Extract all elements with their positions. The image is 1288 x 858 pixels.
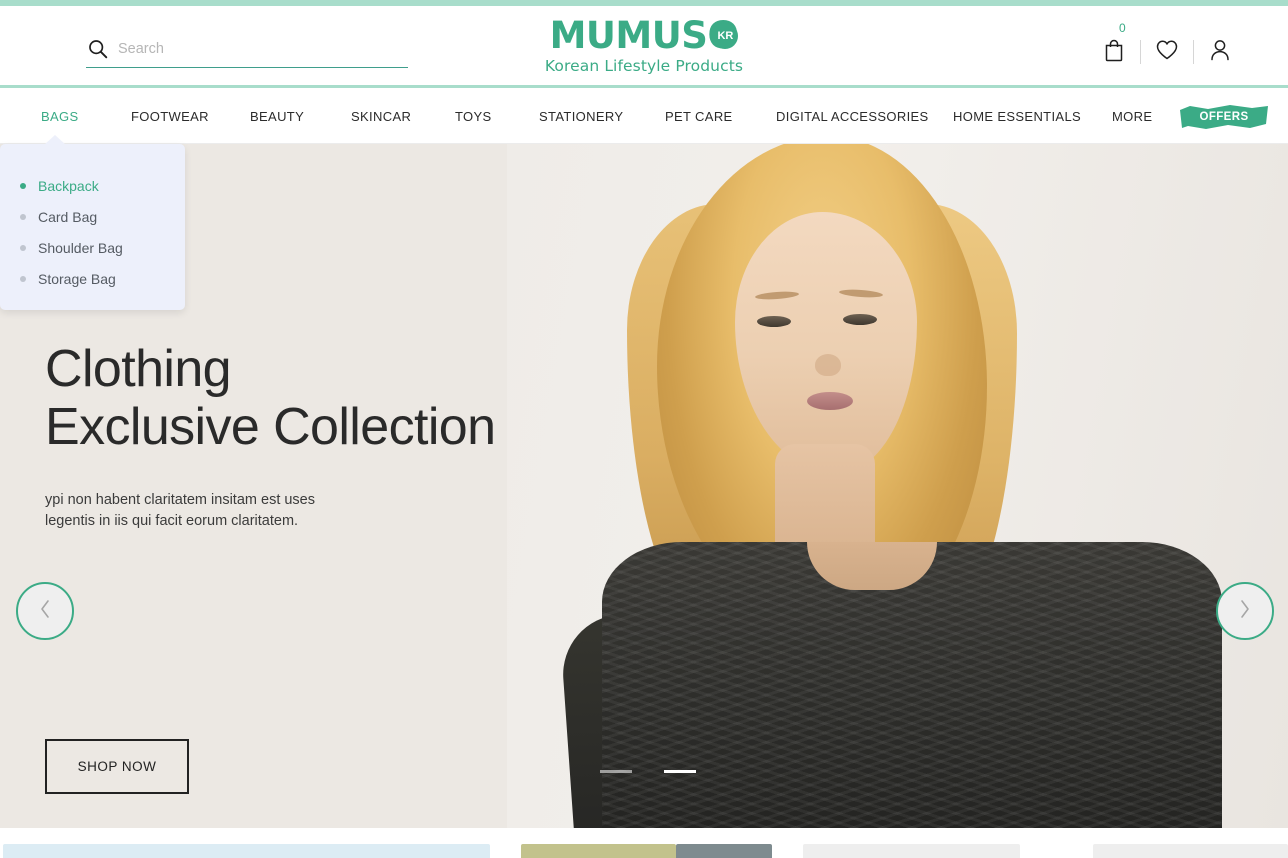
nav-item-footwear[interactable]: FOOTWEAR	[131, 88, 209, 144]
header-icon-group: 0	[1088, 21, 1246, 69]
product-card-1[interactable]	[3, 844, 490, 858]
dropdown-item-label: Backpack	[38, 177, 99, 194]
wishlist-button[interactable]	[1141, 35, 1193, 69]
carousel-dot-1[interactable]	[600, 770, 632, 773]
heart-icon	[1155, 39, 1179, 66]
hero-model-photo	[507, 144, 1288, 828]
dropdown-item-shoulder-bag[interactable]: Shoulder Bag	[0, 232, 185, 263]
search-input[interactable]	[118, 36, 404, 62]
offers-label: OFFERS	[1199, 111, 1249, 123]
carousel-prev-button[interactable]	[16, 582, 74, 640]
nav-item-more[interactable]: MORE	[1112, 88, 1152, 144]
dropdown-item-backpack[interactable]: Backpack	[0, 170, 185, 201]
dropdown-item-label: Shoulder Bag	[38, 239, 123, 256]
site-header: MUMUS O KR Korean Lifestyle Products 0	[0, 6, 1288, 88]
hero-paragraph: ypi non habent claritatem insitam est us…	[45, 492, 315, 529]
product-card-2[interactable]	[521, 844, 676, 858]
hero-title-line1: Clothing	[45, 340, 232, 398]
carousel-indicators	[600, 770, 696, 773]
nav-item-list: BAGS FOOTWEAR BEAUTY SKINCAR TOYS STATIONERY P…	[0, 88, 1288, 144]
bullet-icon	[20, 182, 26, 189]
hero-copy: Clothing Exclusive Collection ypi non ha…	[45, 340, 585, 532]
search-icon	[88, 39, 108, 59]
page-root: MUMUS O KR Korean Lifestyle Products 0	[0, 0, 1288, 858]
dropdown-item-list: Backpack Card Bag Shoulder Bag Storage Bag	[0, 170, 185, 294]
shop-now-button[interactable]: SHOP NOW	[45, 739, 189, 794]
main-navigation: BAGS FOOTWEAR BEAUTY SKINCAR TOYS STATIONERY P…	[0, 88, 1288, 144]
product-card-4[interactable]	[803, 844, 1020, 858]
dropdown-item-label: Card Bag	[38, 208, 98, 225]
cart-count-badge: 0	[1119, 21, 1126, 35]
hero-title-line2: Exclusive Collection	[45, 398, 496, 456]
product-cards-row	[0, 828, 1288, 858]
nav-item-beauty[interactable]: BEAUTY	[250, 88, 304, 144]
nav-item-digital-accessories[interactable]: DIGITAL ACCESSORIES	[776, 88, 929, 144]
logo-tagline: Korean Lifestyle Products	[544, 57, 744, 75]
product-card-3[interactable]	[676, 844, 772, 858]
site-logo[interactable]: MUMUS O KR Korean Lifestyle Products	[539, 17, 749, 75]
offers-banner-button[interactable]: OFFERS	[1178, 104, 1270, 130]
bullet-icon	[20, 275, 26, 282]
carousel-next-button[interactable]	[1216, 582, 1274, 640]
logo-wordmark: MUMUS O KR	[539, 17, 749, 54]
bullet-icon	[20, 244, 26, 251]
carousel-dot-2[interactable]	[664, 770, 696, 773]
cart-button[interactable]: 0	[1088, 21, 1140, 69]
account-button[interactable]	[1194, 35, 1246, 69]
dropdown-item-storage-bag[interactable]: Storage Bag	[0, 263, 185, 294]
dropdown-item-card-bag[interactable]: Card Bag	[0, 201, 185, 232]
chevron-left-icon	[39, 599, 51, 623]
bags-submenu-dropdown: Backpack Card Bag Shoulder Bag Storage Bag	[0, 135, 185, 310]
chevron-right-icon	[1239, 599, 1251, 623]
nav-item-stationery[interactable]: STATIONERY	[539, 88, 623, 144]
bullet-icon	[20, 213, 26, 220]
hero-carousel: Clothing Exclusive Collection ypi non ha…	[0, 144, 1288, 828]
nav-item-home-essentials[interactable]: HOME ESSENTIALS	[953, 88, 1081, 144]
nav-item-pet-care[interactable]: PET CARE	[665, 88, 733, 144]
nav-item-skincar[interactable]: SKINCAR	[351, 88, 411, 144]
shopping-bag-icon	[1103, 38, 1125, 67]
user-icon	[1209, 38, 1231, 67]
nav-item-toys[interactable]: TOYS	[455, 88, 492, 144]
logo-word: MUMUS	[549, 14, 708, 57]
dropdown-pointer	[44, 135, 66, 145]
dropdown-item-label: Storage Bag	[38, 270, 116, 287]
search-bar[interactable]	[86, 36, 408, 68]
product-card-5[interactable]	[1093, 844, 1288, 858]
